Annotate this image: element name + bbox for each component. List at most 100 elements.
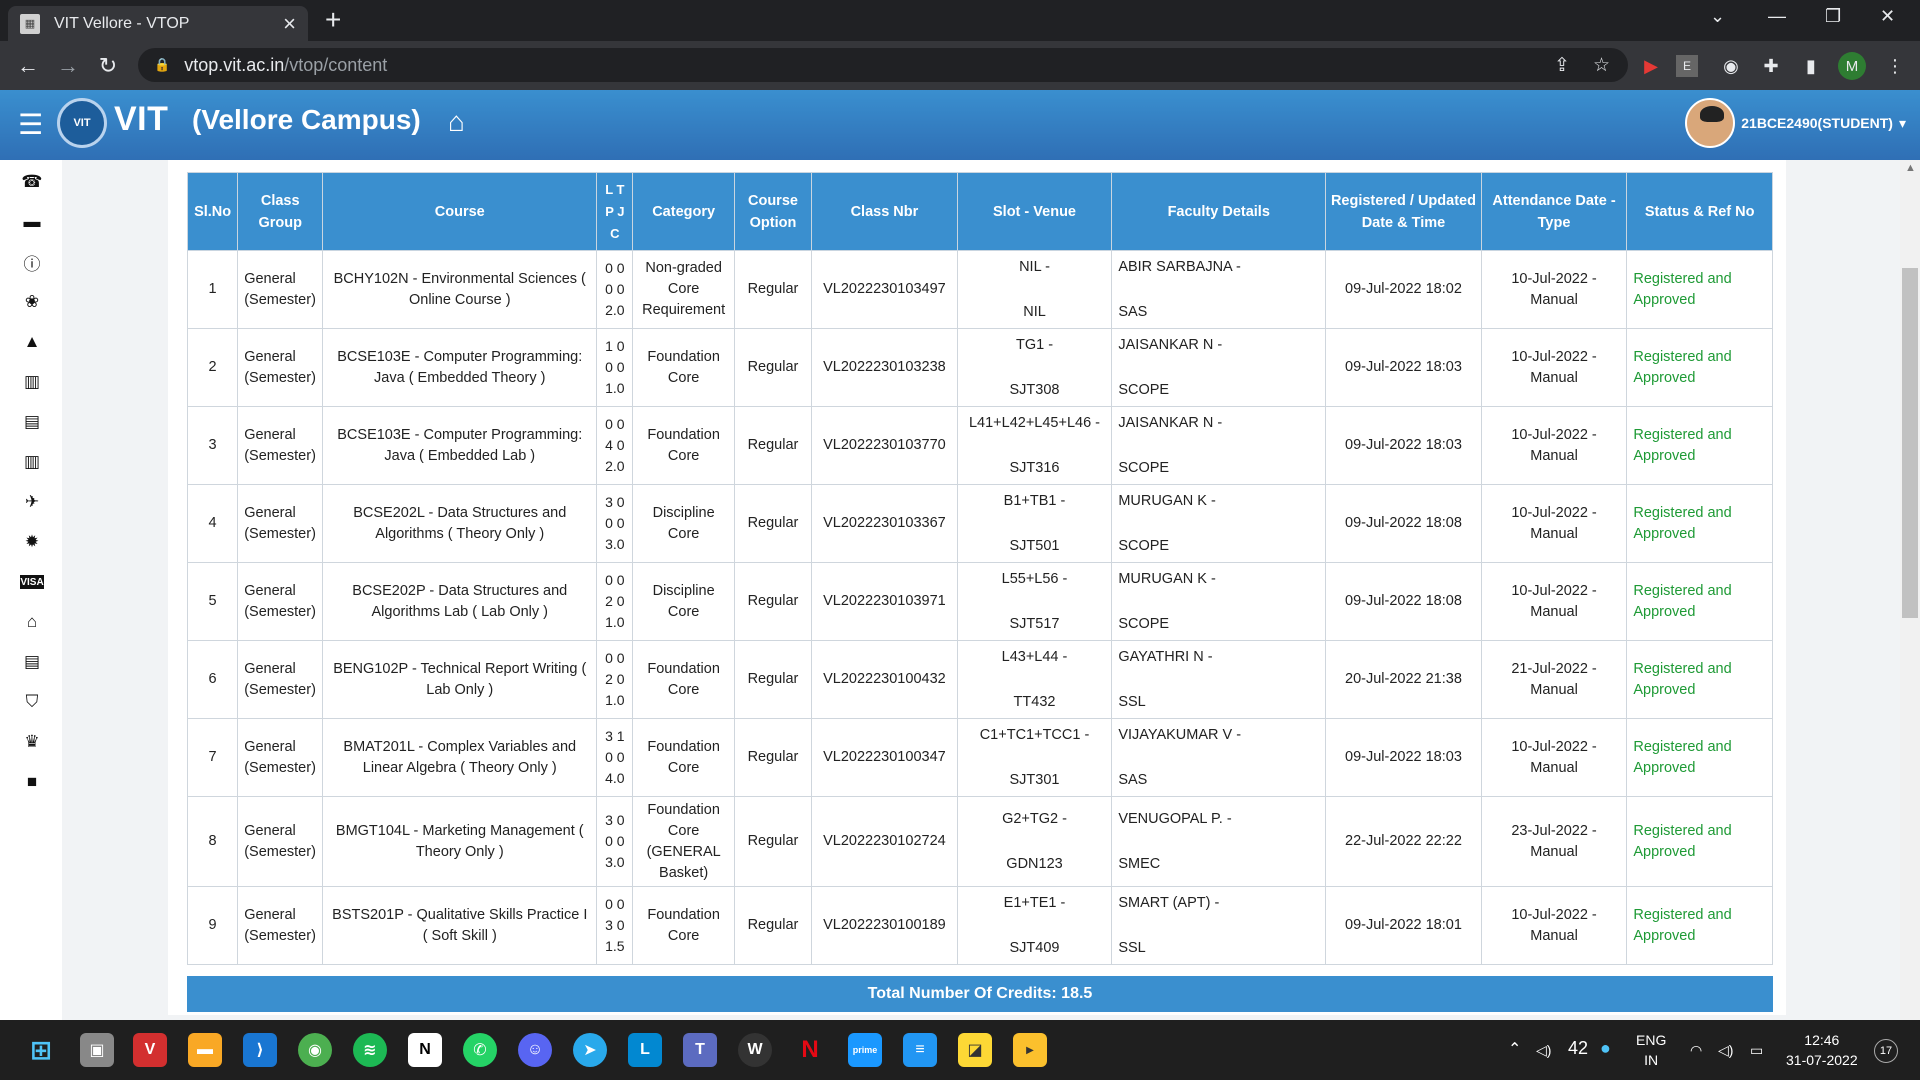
l-app-icon[interactable]: L <box>628 1033 662 1067</box>
forward-icon[interactable]: → <box>48 53 88 79</box>
cell-attendance: 10-Jul-2022 - Manual <box>1480 484 1628 563</box>
back-icon[interactable]: ← <box>8 53 48 79</box>
minimize-icon[interactable]: — <box>1768 6 1786 27</box>
lock-icon[interactable]: 🔒 <box>154 57 170 73</box>
camera-extension-icon[interactable]: ◉ <box>1716 51 1746 81</box>
caret-down-icon[interactable]: ▾ <box>1899 115 1906 132</box>
book-icon[interactable]: ▤ <box>20 410 44 434</box>
close-tab-icon[interactable]: × <box>283 12 296 35</box>
paw-icon[interactable]: ❀ <box>20 290 44 314</box>
share-icon[interactable]: ⇪ <box>1554 54 1570 77</box>
close-window-icon[interactable]: ✕ <box>1880 6 1895 27</box>
volume-small-icon[interactable]: ◁) <box>1536 1040 1551 1060</box>
chrome-icon[interactable]: ◉ <box>298 1033 332 1067</box>
tab-search-icon[interactable]: ⌄ <box>1710 6 1725 27</box>
browser-menu-icon[interactable]: ⋮ <box>1880 51 1910 81</box>
spotify-icon[interactable]: ≋ <box>353 1033 387 1067</box>
slot-code: NIL - <box>1019 258 1050 275</box>
player-icon[interactable]: ▶ <box>1013 1033 1047 1067</box>
visa-card-icon[interactable]: VISA <box>20 575 44 589</box>
file-explorer-icon[interactable]: ▬ <box>188 1033 222 1067</box>
col-class-group: Class Group <box>237 172 324 251</box>
shield-icon[interactable]: ⛉ <box>20 690 44 714</box>
battery-icon[interactable]: ▭ <box>1750 1040 1763 1060</box>
scrollbar-thumb[interactable] <box>1902 268 1918 618</box>
cell-course: BCSE103E - Computer Programming: Java ( … <box>322 406 598 485</box>
notion-icon[interactable]: N <box>408 1033 442 1067</box>
venue: SJT517 <box>1009 615 1060 632</box>
user-id: 21BCE2490(STUDENT) <box>1741 115 1893 131</box>
cell-status: Registered and Approved <box>1626 484 1773 563</box>
cell-class-nbr: VL2022230100189 <box>811 886 958 965</box>
bookmark-star-icon[interactable]: ☆ <box>1593 54 1610 77</box>
profile-avatar[interactable]: M <box>1838 52 1866 80</box>
side-panel-icon[interactable]: ▮ <box>1796 51 1826 81</box>
region-code: IN <box>1644 1052 1659 1068</box>
slot-code: L55+L56 - <box>1001 570 1068 587</box>
briefcase-icon[interactable]: ▬ <box>20 210 44 234</box>
home-icon[interactable]: ⌂ <box>448 106 465 138</box>
col-class-nbr: Class Nbr <box>811 172 958 251</box>
total-credits-bar: Total Number Of Credits: 18.5 <box>187 976 1773 1012</box>
cell-class-group: General (Semester) <box>237 886 324 965</box>
restore-icon[interactable]: ❐ <box>1825 6 1841 27</box>
language-indicator[interactable]: ENG IN <box>1636 1030 1666 1070</box>
user-avatar[interactable] <box>1685 98 1736 148</box>
cell-faculty: ABIR SARBAJNA - SAS <box>1111 250 1327 329</box>
phone-icon[interactable]: ☎ <box>20 170 44 194</box>
cell-slot-venue: L55+L56 - SJT517 <box>956 562 1113 641</box>
cell-category: Foundation Core <box>632 328 735 407</box>
prime-video-icon[interactable]: prime <box>848 1033 882 1067</box>
extensions-puzzle-icon[interactable]: ✚ <box>1756 51 1786 81</box>
bank-icon[interactable]: ▥ <box>20 450 44 474</box>
w-app-icon[interactable]: W <box>738 1033 772 1067</box>
cell-course-option: Regular <box>733 796 813 887</box>
slot-code: B1+TB1 - <box>1003 492 1066 509</box>
reload-icon[interactable]: ↻ <box>88 53 128 79</box>
clock[interactable]: 12:46 31-07-2022 <box>1786 1030 1858 1070</box>
vscode-icon[interactable]: ⟩ <box>243 1033 277 1067</box>
windows-start-icon[interactable]: ⊞ <box>24 1033 58 1067</box>
youtube-extension-icon[interactable]: ▶ <box>1636 51 1666 81</box>
trophy-icon[interactable]: ♛ <box>20 730 44 754</box>
plane-icon[interactable]: ✈ <box>20 490 44 514</box>
sticky-notes-icon[interactable]: ◪ <box>958 1033 992 1067</box>
cell-course: BMGT104L - Marketing Management ( Theory… <box>322 796 598 887</box>
faculty-name: JAISANKAR N - <box>1118 414 1223 431</box>
hamburger-menu-icon[interactable]: ☰ <box>18 108 43 141</box>
scroll-up-icon[interactable]: ▲ <box>1905 162 1916 174</box>
notification-count[interactable]: 17 <box>1874 1039 1898 1063</box>
lock-sidebar-icon[interactable]: ■ <box>20 770 44 794</box>
telegram-icon[interactable]: ➤ <box>573 1033 607 1067</box>
notepad-icon[interactable]: ≡ <box>903 1033 937 1067</box>
venue: TT432 <box>1013 693 1056 710</box>
table-row: 8 General (Semester) BMGT104L - Marketing … <box>186 796 1773 887</box>
user-menu[interactable]: 21BCE2490(STUDENT) ▾ <box>1685 98 1906 148</box>
cell-course-option: Regular <box>733 718 813 797</box>
tray-chevron-icon[interactable]: ⌃ <box>1508 1040 1521 1060</box>
col-status: Status & Ref No <box>1626 172 1773 251</box>
volume-icon[interactable]: ◁) <box>1718 1040 1733 1060</box>
home-sidebar-icon[interactable]: ⌂ <box>20 610 44 634</box>
institution-icon[interactable]: ▥ <box>20 370 44 394</box>
netflix-icon[interactable]: N <box>793 1033 827 1067</box>
browser-tab[interactable]: ▦ VIT Vellore - VTOP × <box>8 6 308 41</box>
faculty-school: SAS <box>1118 303 1148 320</box>
teams-icon[interactable]: T <box>683 1033 717 1067</box>
graduation-cap-icon[interactable]: ▲ <box>20 330 44 354</box>
extension-e-icon[interactable]: E <box>1676 55 1698 77</box>
info-icon[interactable]: ⓘ <box>20 250 44 274</box>
address-bar[interactable]: 🔒 vtop.vit.ac.in/vtop/content ⇪ ☆ <box>138 48 1628 82</box>
weather-icon[interactable]: ● <box>1600 1038 1611 1058</box>
wifi-icon[interactable]: ◠ <box>1690 1040 1702 1060</box>
windows-taskbar: ⊞ ▣ V ▬ ⟩ ◉ ≋ N ✆ ☺ ➤ L T W N prime ≡ ◪ … <box>0 1020 1920 1080</box>
vivaldi-icon[interactable]: V <box>133 1033 167 1067</box>
cell-attendance: 23-Jul-2022 - Manual <box>1480 796 1628 887</box>
discord-icon[interactable]: ☺ <box>518 1033 552 1067</box>
book2-icon[interactable]: ▤ <box>20 650 44 674</box>
task-view-icon[interactable]: ▣ <box>80 1033 114 1067</box>
gear-icon[interactable]: ✹ <box>20 530 44 554</box>
whatsapp-icon[interactable]: ✆ <box>463 1033 497 1067</box>
new-tab-icon[interactable]: + <box>325 4 341 36</box>
cell-registered-date: 09-Jul-2022 18:08 <box>1325 484 1482 563</box>
